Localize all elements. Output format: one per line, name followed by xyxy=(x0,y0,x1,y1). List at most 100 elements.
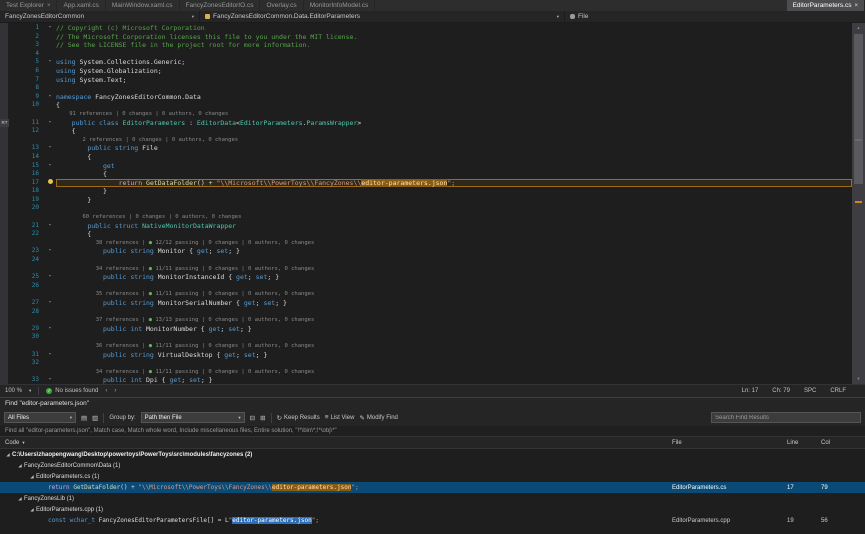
code-line[interactable]: 27▾ public string MonitorSerialNumber { … xyxy=(0,299,852,308)
codelens-row[interactable]: 35 references | ● 11/11 passing | 0 chan… xyxy=(0,290,852,299)
tab-document[interactable]: App.xaml.cs xyxy=(57,0,105,11)
close-icon[interactable]: × xyxy=(854,3,858,9)
codelens-row[interactable]: 38 references | ● 12/12 passing | 0 chan… xyxy=(0,239,852,248)
code-line[interactable]: 4 xyxy=(0,50,852,59)
code-line[interactable]: 9▾namespace FancyZonesEditorCommon.Data xyxy=(0,93,852,102)
code-line[interactable]: 16 { xyxy=(0,170,852,179)
code-line[interactable]: 13▾ public string File xyxy=(0,144,852,153)
codelens-row[interactable]: 36 references | ● 11/11 passing | 0 chan… xyxy=(0,342,852,351)
zoom-level[interactable]: 100 % xyxy=(5,388,22,394)
fold-marker[interactable]: ▾ xyxy=(44,273,56,282)
fold-marker[interactable]: ▾ xyxy=(44,325,56,334)
codelens-row[interactable]: 91 references | 0 changes | 0 authors, 0… xyxy=(0,110,852,119)
find-tree-node[interactable]: ◢C:\Users\zhaopengwang\Desktop\powertoys… xyxy=(0,449,865,460)
margin-indicator[interactable]: RT xyxy=(0,119,9,127)
modify-find-button[interactable]: ✎ Modify Find xyxy=(359,414,397,422)
tab-document[interactable]: Overlay.cs xyxy=(260,0,303,11)
collapse-all-button[interactable]: ⊟ xyxy=(250,414,255,422)
search-find-results-input[interactable] xyxy=(711,412,861,423)
code-line[interactable]: 33▾ public int Dpi { get; set; } xyxy=(0,376,852,384)
lightbulb-icon[interactable] xyxy=(48,179,53,184)
code-line[interactable]: 26 xyxy=(0,282,852,291)
codelens-row[interactable]: 34 references | ● 11/11 passing | 0 chan… xyxy=(0,368,852,377)
scrollbar-thumb[interactable] xyxy=(854,34,863,184)
code-line[interactable]: 28 xyxy=(0,308,852,317)
member-dropdown[interactable]: File xyxy=(565,11,865,22)
editor-scrollbar[interactable]: ▲ ▼ xyxy=(852,23,865,384)
code-line[interactable]: 32 xyxy=(0,359,852,368)
find-tree-node[interactable]: ◢FancyZonesEditorCommon\Data (1) xyxy=(0,460,865,471)
fold-marker[interactable]: ▾ xyxy=(44,247,56,256)
scroll-up-icon[interactable]: ▲ xyxy=(852,23,865,33)
code-line[interactable]: 21▾ public struct NativeMonitorDataWrapp… xyxy=(0,222,852,231)
code-line[interactable]: 5▾using System.Collections.Generic; xyxy=(0,58,852,67)
list-view-button[interactable]: ≡ List View xyxy=(325,414,355,421)
code-line[interactable]: 19 } xyxy=(0,196,852,205)
file-column-header[interactable]: File xyxy=(672,440,787,446)
tab-document[interactable]: MonitorInfoModel.cs xyxy=(304,0,376,11)
fold-marker[interactable]: ▾ xyxy=(44,299,56,308)
keep-results-button[interactable]: ↻ Keep Results xyxy=(277,414,320,422)
eol-indicator[interactable]: CRLF xyxy=(830,388,846,394)
char-indicator[interactable]: Ch: 79 xyxy=(772,388,790,394)
code-line[interactable]: 1▾// Copyright (c) Microsoft Corporation xyxy=(0,24,852,33)
code-line[interactable]: 10{ xyxy=(0,101,852,110)
code-line[interactable]: 12 { xyxy=(0,127,852,136)
expand-all-button[interactable]: ⊞ xyxy=(260,414,265,422)
code-line[interactable]: RT11▾ public class EditorParameters : Ed… xyxy=(0,119,852,128)
show-files-button[interactable]: ▤ xyxy=(81,414,87,422)
fold-marker[interactable]: ▾ xyxy=(44,119,56,128)
code-line[interactable]: 15▾ get xyxy=(0,162,852,171)
codelens-row[interactable]: 60 references | 0 changes | 0 authors, 0… xyxy=(0,213,852,222)
tab-document[interactable]: MainWindow.xaml.cs xyxy=(106,0,180,11)
find-result-row[interactable]: return GetDataFolder() + "\\Microsoft\\P… xyxy=(0,482,865,493)
tree-expanded-icon[interactable]: ◢ xyxy=(28,507,36,513)
code-line[interactable]: 7using System.Text; xyxy=(0,76,852,85)
code-line[interactable]: 6using System.Globalization; xyxy=(0,67,852,76)
col-column-header[interactable]: Col xyxy=(821,440,865,446)
code-line[interactable]: 17 return GetDataFolder() + "\\Microsoft… xyxy=(0,179,852,188)
indent-indicator[interactable]: SPC xyxy=(804,388,816,394)
close-icon[interactable]: × xyxy=(47,3,51,9)
code-line[interactable]: 18 } xyxy=(0,187,852,196)
code-line[interactable]: 2// The Microsoft Corporation licenses t… xyxy=(0,33,852,42)
fold-marker[interactable]: ▾ xyxy=(44,351,56,360)
code-line[interactable]: 24 xyxy=(0,256,852,265)
tree-expanded-icon[interactable]: ◢ xyxy=(16,496,24,502)
code-line[interactable]: 8 xyxy=(0,84,852,93)
code-column-header[interactable]: Code ▾ xyxy=(0,440,25,446)
codelens-row[interactable]: 2 references | 0 changes | 0 authors, 0 … xyxy=(0,136,852,145)
tree-expanded-icon[interactable]: ◢ xyxy=(28,474,36,480)
line-indicator[interactable]: Ln: 17 xyxy=(742,388,759,394)
group-by-dropdown[interactable]: Path then File ▾ xyxy=(141,412,245,423)
code-line[interactable]: 23▾ public string Monitor { get; set; } xyxy=(0,247,852,256)
code-line[interactable]: 31▾ public string VirtualDesktop { get; … xyxy=(0,351,852,360)
codelens-row[interactable]: 37 references | ● 13/13 passing | 0 chan… xyxy=(0,316,852,325)
code-line[interactable]: 30 xyxy=(0,333,852,342)
scope-dropdown[interactable]: All Files ▾ xyxy=(4,412,76,423)
tab-document[interactable]: Test Explorer× xyxy=(0,0,57,11)
fold-marker[interactable]: ▾ xyxy=(44,162,56,171)
code-editor[interactable]: 1▾// Copyright (c) Microsoft Corporation… xyxy=(0,23,865,384)
fold-marker[interactable]: ▾ xyxy=(44,24,56,33)
tab-active-document[interactable]: EditorParameters.cs× xyxy=(787,0,865,11)
find-tree-node[interactable]: ◢EditorParameters.cpp (1) xyxy=(0,504,865,515)
fold-marker[interactable]: ▾ xyxy=(44,144,56,153)
fold-marker[interactable]: ▾ xyxy=(44,93,56,102)
code-line[interactable]: 25▾ public string MonitorInstanceId { ge… xyxy=(0,273,852,282)
code-line[interactable]: 14 { xyxy=(0,153,852,162)
tab-document[interactable]: FancyZonesEditorIO.cs xyxy=(180,0,261,11)
line-column-header[interactable]: Line xyxy=(787,440,821,446)
scroll-down-icon[interactable]: ▼ xyxy=(852,374,865,384)
fold-marker[interactable]: ▾ xyxy=(44,376,56,384)
find-tree-node[interactable]: ◢EditorParameters.cs (1) xyxy=(0,471,865,482)
find-tree-node[interactable]: ◢FancyZonesLib (1) xyxy=(0,493,865,504)
document-health[interactable]: ✓ No issues found xyxy=(46,388,98,394)
code-line[interactable]: 22 { xyxy=(0,230,852,239)
tree-expanded-icon[interactable]: ◢ xyxy=(4,452,12,458)
show-file-contents-button[interactable]: ▥ xyxy=(92,414,98,422)
project-dropdown[interactable]: FancyZonesEditorCommon ▾ xyxy=(0,11,200,22)
prev-issue-icon[interactable]: ‹ xyxy=(105,388,107,394)
next-issue-icon[interactable]: › xyxy=(114,388,116,394)
type-dropdown[interactable]: FancyZonesEditorCommon.Data.EditorParame… xyxy=(200,11,565,22)
